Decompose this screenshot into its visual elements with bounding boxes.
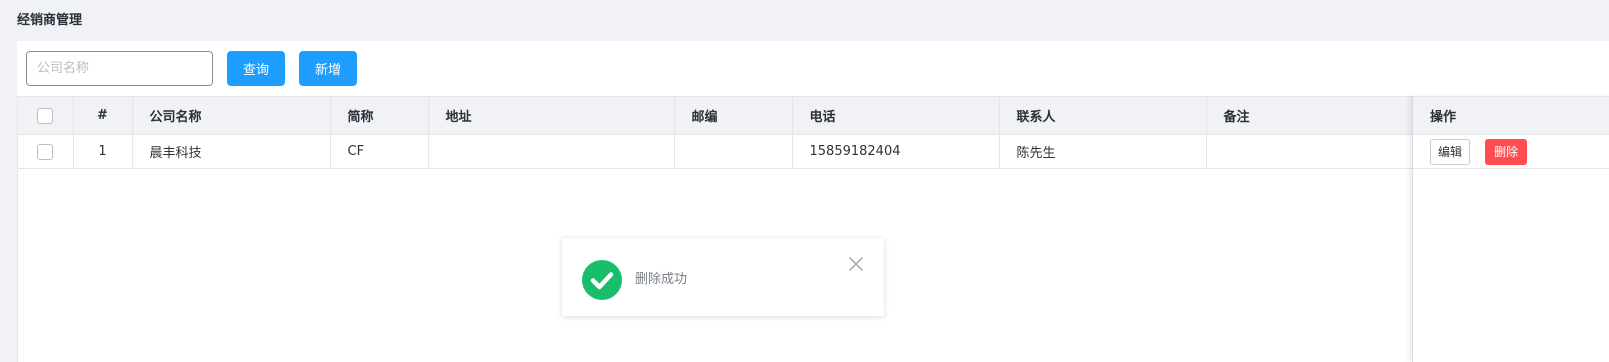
row-checkbox[interactable]: [37, 143, 54, 160]
toast-message: 删除成功: [635, 272, 688, 287]
row-select-cell: [18, 134, 74, 169]
row-address: [428, 134, 675, 169]
row-short-name: CF: [330, 134, 429, 169]
row-phone: 15859182404: [792, 134, 1000, 169]
check-circle-icon: [582, 260, 622, 300]
select-all-checkbox[interactable]: [37, 107, 54, 124]
actions-header-row: 操作: [1413, 96, 1609, 135]
edit-button[interactable]: 编辑: [1430, 138, 1471, 165]
query-button[interactable]: 查询: [227, 51, 285, 86]
actions-row: 编辑 删除: [1413, 134, 1609, 169]
row-contact: 陈先生: [999, 134, 1207, 169]
delete-success-toast: 删除成功: [562, 238, 884, 316]
select-all-cell: [18, 96, 74, 135]
row-actions-cell: 编辑 删除: [1413, 134, 1609, 169]
table-header-row: # 公司名称 简称 地址 邮编 电话 联系人 备注: [18, 96, 1413, 135]
close-icon[interactable]: [846, 254, 866, 274]
toolbar: 查询 新增: [26, 51, 357, 86]
column-header-contact: 联系人: [999, 96, 1207, 135]
add-button[interactable]: 新增: [299, 51, 357, 86]
company-name-search-input[interactable]: [26, 51, 213, 86]
delete-button[interactable]: 删除: [1485, 138, 1528, 165]
page-title: 经销商管理: [17, 13, 83, 28]
column-header-address: 地址: [428, 96, 675, 135]
row-index: 1: [73, 134, 133, 169]
row-postcode: [674, 134, 793, 169]
actions-table: 操作 编辑 删除: [1413, 96, 1609, 169]
column-header-short-name: 简称: [330, 96, 429, 135]
distributor-table: # 公司名称 简称 地址 邮编 电话 联系人 备注 1 晨丰科技 CF 1585…: [17, 96, 1609, 362]
column-header-actions: 操作: [1413, 96, 1609, 135]
row-company: 晨丰科技: [132, 134, 331, 169]
actions-fixed-column: 操作 编辑 删除: [1412, 96, 1609, 362]
column-header-phone: 电话: [792, 96, 1000, 135]
column-header-company: 公司名称: [132, 96, 331, 135]
column-header-postcode: 邮编: [674, 96, 793, 135]
column-header-remark: 备注: [1206, 96, 1413, 135]
table-main: # 公司名称 简称 地址 邮编 电话 联系人 备注 1 晨丰科技 CF 1585…: [18, 96, 1413, 169]
table-row: 1 晨丰科技 CF 15859182404 陈先生: [18, 134, 1413, 169]
column-header-index: #: [73, 96, 133, 135]
row-remark: [1206, 134, 1413, 169]
